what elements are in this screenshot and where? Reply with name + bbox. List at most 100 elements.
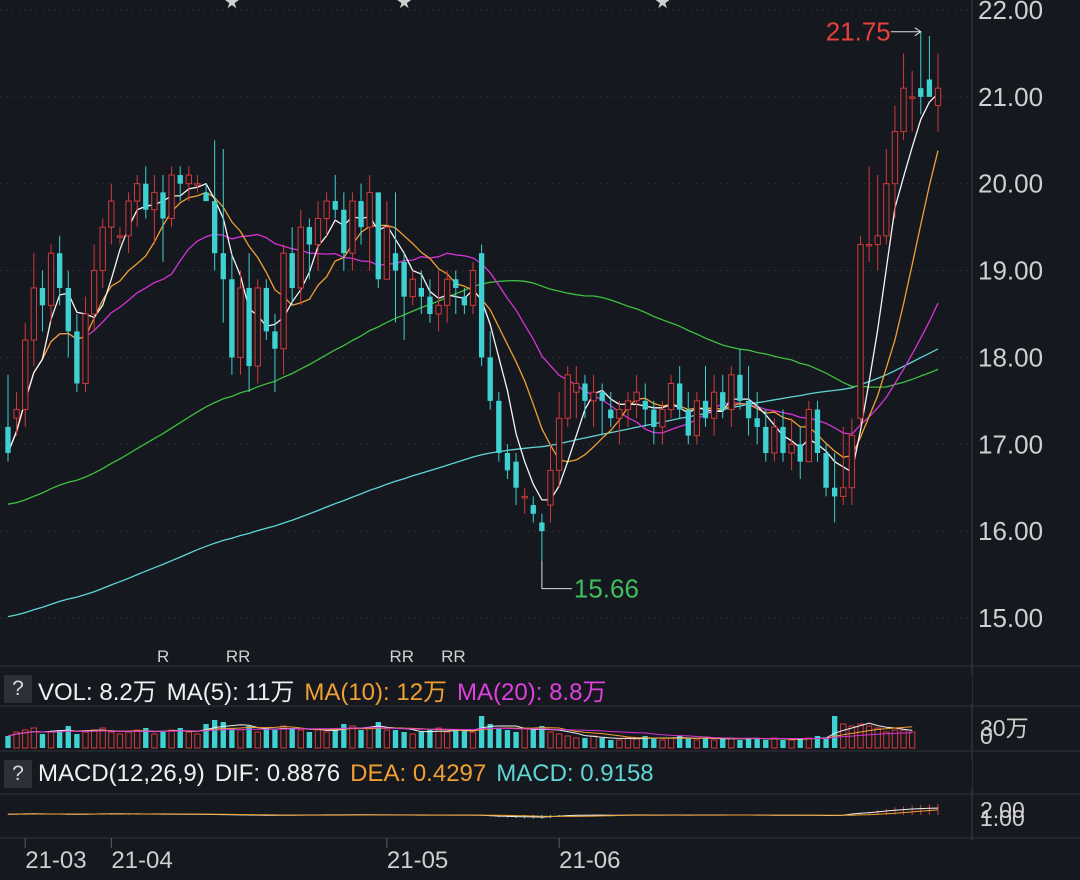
candle-body [297,226,304,289]
candle-body [693,400,701,437]
volume-bar [56,730,63,748]
candle-body [99,226,106,272]
volume-bar [720,738,726,748]
macd-help-icon[interactable]: ? [4,760,32,788]
volume-ma5: MA(5): 11万 [166,678,295,706]
candle-body [823,452,829,488]
event-star-icon: ★ [654,0,670,12]
price-tick-label: 18.00 [978,342,1043,372]
volume-bar [608,740,614,748]
candle-body [667,382,675,411]
candle-body [203,192,209,202]
candle-body [375,192,381,280]
candle-body [840,487,847,497]
candle-body [133,183,141,202]
volume-bar [599,738,605,748]
candle-body [323,200,330,219]
event-rr-label: R [157,647,169,666]
volume-bar [39,734,46,748]
volume-bar [814,736,821,748]
candle-body [702,400,709,419]
event-star-icon: ★ [396,0,412,12]
macd-axis-mid-label: 1.00 [980,805,1025,831]
volume-bar [401,732,407,748]
candle-body [194,183,201,186]
date-tick-label: 21-06 [559,847,620,874]
macd-title: MACD(12,26,9) [38,760,205,787]
candle-body [289,253,295,288]
candle-body [5,426,11,453]
candle-body [608,409,614,419]
candle-body [883,183,890,237]
candle-body [427,296,433,314]
date-tick-label: 21-04 [111,847,172,874]
candle-body [469,270,477,306]
candle-body [160,192,166,219]
candle-body [659,409,666,428]
candle-body [599,392,605,401]
volume-bar [754,738,760,748]
candle-body [453,279,459,288]
candle-body [573,382,580,393]
date-tick-label: 21-05 [387,847,448,874]
volume-bar [496,728,502,748]
volume-bar [65,726,71,748]
price-tick-label: 17.00 [978,429,1043,459]
stock-chart: 21.7515.66★ ★ ★R RR RR RR 15.0016.0017.0018.0… [0,0,1080,880]
volume-ma20: MA(20): 8.8万 [457,678,607,706]
volume-bar [160,732,166,748]
candle-body [504,452,511,471]
candle-body [590,391,597,402]
volume-bar [513,732,519,748]
volume-bar [203,724,209,748]
volume-bar [582,738,588,748]
candle-body [831,487,838,497]
candle-body [47,252,55,306]
candle-body [633,391,640,402]
event-rr-label: RR [441,647,466,666]
volume-bar [306,732,313,748]
volume-bar [453,730,459,748]
candle-body [582,383,588,401]
macd-dif: DIF: 0.8876 [214,760,341,787]
candle-body [805,409,813,463]
candle-body [461,296,468,306]
candle-body [39,287,46,306]
candle-body [82,313,89,384]
macd-dea: DEA: 0.4297 [350,760,487,787]
macd-value: MACD: 0.9158 [496,760,654,787]
volume-axis-zero-label: 0 [980,723,993,749]
event-rr-label: RR [390,647,415,666]
candle-body [74,331,80,384]
candle-body [272,331,278,349]
volume-help-icon[interactable]: ? [4,675,32,703]
candle-body [392,253,399,271]
candle-body [496,400,502,453]
candle-body [926,79,933,97]
volume-bar [487,724,493,748]
candle-body [934,87,942,107]
candle-body [865,244,873,247]
candle-body [763,426,769,453]
candle-body [280,252,287,350]
candle-body [918,88,924,97]
volume-bar [358,730,364,748]
candle-body [710,391,718,419]
candle-body [263,287,270,332]
candle-body [530,505,536,514]
candle-body [125,200,132,237]
candle-body [891,131,899,185]
candle-body [418,287,425,297]
candle-body [314,217,322,246]
candle-body [908,96,916,99]
candle-body [900,87,907,133]
candle-body [513,461,519,488]
volume-bar [685,738,691,748]
candle-body [254,287,261,367]
volume-bar [530,730,536,748]
candle-body [90,270,98,315]
candle-body [349,200,356,254]
low-price-label: 15.66 [574,574,639,604]
volume-value: VOL: 8.2万 [38,678,157,706]
volume-bar [392,730,399,748]
